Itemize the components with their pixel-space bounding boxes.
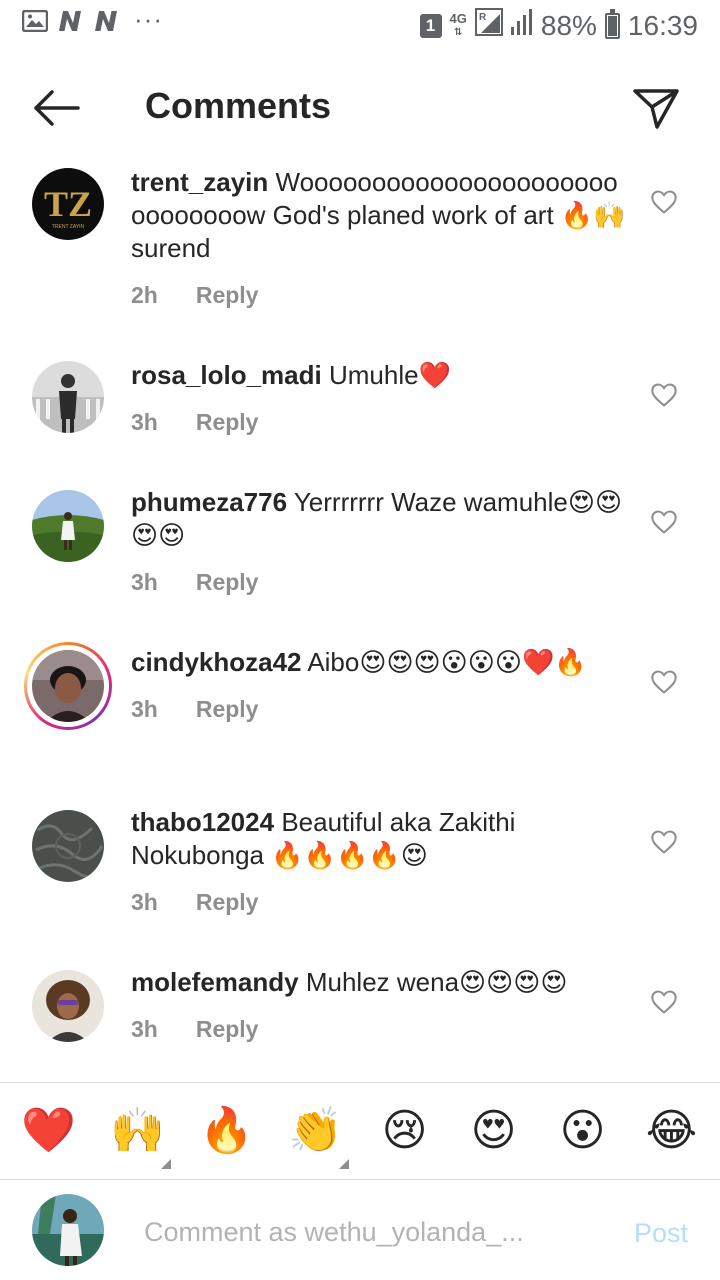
more-dots-icon: ···	[134, 4, 163, 34]
emoji-fire-button[interactable]: 🔥	[192, 1109, 262, 1153]
like-heart-icon[interactable]	[650, 508, 678, 536]
emoji-heart-button[interactable]: ❤️	[14, 1109, 84, 1153]
avatar[interactable]	[32, 490, 104, 562]
comment-text-line: phumeza776 Yerrrrrrr Waze wamuhle😍😍😍😍	[131, 486, 631, 552]
comment-meta: 3h Reply	[131, 566, 631, 599]
comment-meta: 3h Reply	[131, 886, 631, 919]
network-label: 4G	[449, 10, 467, 26]
comment-meta: 3h Reply	[131, 693, 631, 726]
comment-username[interactable]: trent_zayin	[131, 167, 268, 197]
emoji-heart-eyes-button[interactable]: 😍	[459, 1109, 529, 1153]
emoji-laughing-button[interactable]: 😂	[637, 1109, 707, 1153]
comment-input[interactable]	[144, 1210, 564, 1254]
like-heart-icon[interactable]	[650, 188, 678, 216]
network-type: 4G ⇅	[449, 10, 467, 38]
comments-header: Comments	[0, 60, 720, 150]
status-bar-left: ···	[21, 4, 163, 37]
comment-text-line: molefemandy Muhlez wena😍😍😍😍	[131, 966, 631, 999]
comment-time: 3h	[131, 409, 158, 435]
page-title: Comments	[145, 85, 332, 126]
status-bar-right: 1 4G ⇅ R 88% 16:39	[419, 8, 698, 43]
reply-button[interactable]: Reply	[196, 566, 259, 599]
like-heart-icon[interactable]	[650, 828, 678, 856]
n-icon	[92, 10, 120, 37]
skin-tone-indicator-icon	[160, 1159, 171, 1169]
battery-percent: 88%	[540, 9, 597, 41]
avatar[interactable]	[32, 970, 104, 1042]
share-button[interactable]	[628, 80, 684, 136]
reply-button[interactable]: Reply	[196, 1013, 259, 1046]
image-icon	[21, 9, 49, 37]
emoji-crying-button[interactable]: 😢	[370, 1109, 440, 1153]
skin-tone-indicator-icon	[338, 1159, 349, 1169]
direct-send-icon	[633, 89, 679, 129]
emoji-clap-button[interactable]: 👏	[281, 1106, 351, 1169]
emoji-quick-bar: ❤️ 🙌 🔥 👏 😢 😍 😮 😂	[0, 1082, 720, 1180]
emoji-raised-hands-button[interactable]: 🙌	[103, 1106, 173, 1169]
emoji-glyph: 👏	[288, 1106, 343, 1155]
comment-username[interactable]: cindykhoza42	[131, 647, 302, 677]
comment-text: Muhlez wena😍😍😍😍	[305, 967, 568, 997]
battery-icon	[604, 8, 620, 39]
comment-text-line: cindykhoza42 Aibo😍😍😍😮😮😮❤️🔥	[131, 646, 631, 679]
reply-button[interactable]: Reply	[196, 279, 259, 312]
comment-username[interactable]: rosa_lolo_madi	[131, 360, 322, 390]
comment-body: molefemandy Muhlez wena😍😍😍😍 3h Reply	[131, 966, 631, 1046]
back-arrow-icon	[34, 90, 80, 126]
comment-text: Aibo😍😍😍😮😮😮❤️🔥	[307, 647, 587, 677]
reply-button[interactable]: Reply	[196, 886, 259, 919]
comment-meta: 2h Reply	[131, 279, 631, 312]
back-button[interactable]	[28, 80, 84, 136]
comment-text-line: thabo12024 Beautiful aka Zakithi Nokubon…	[131, 806, 631, 872]
comment-composer: Post	[0, 1182, 720, 1280]
comments-list[interactable]: TZ TRENT ZAYIN trent_zayin Wooooooooooooo…	[0, 150, 720, 1080]
comment-body: phumeza776 Yerrrrrrr Waze wamuhle😍😍😍😍 3h…	[131, 486, 631, 599]
post-button[interactable]: Post	[634, 1218, 688, 1249]
comment-username[interactable]: molefemandy	[131, 967, 299, 997]
reply-button[interactable]: Reply	[196, 693, 259, 726]
story-ring[interactable]	[24, 642, 112, 730]
like-heart-icon[interactable]	[650, 668, 678, 696]
svg-text:TZ: TZ	[44, 184, 92, 224]
clock: 16:39	[627, 9, 698, 41]
n-icon	[56, 10, 84, 37]
comment-time: 2h	[131, 282, 158, 308]
comment-text-line: rosa_lolo_madi Umuhle❤️	[131, 359, 631, 392]
like-heart-icon[interactable]	[650, 988, 678, 1016]
comment-time: 3h	[131, 889, 158, 915]
battery-fill	[607, 16, 617, 36]
avatar[interactable]	[32, 810, 104, 882]
emoji-glyph: 🙌	[110, 1106, 165, 1155]
comment-meta: 3h Reply	[131, 406, 631, 439]
roaming-signal-icon: R	[474, 8, 503, 43]
comment-body: trent_zayin Wooooooooooooooooooooooooooo…	[131, 166, 631, 312]
emoji-surprised-button[interactable]: 😮	[548, 1109, 618, 1153]
comment-body: thabo12024 Beautiful aka Zakithi Nokubon…	[131, 806, 631, 919]
comment-body: cindykhoza42 Aibo😍😍😍😮😮😮❤️🔥 3h Reply	[131, 646, 631, 726]
avatar[interactable]	[32, 361, 104, 433]
story-ring-inner	[27, 645, 109, 727]
comment-time: 3h	[131, 1016, 158, 1042]
comment-text-line: trent_zayin Wooooooooooooooooooooooooooo…	[131, 166, 631, 265]
signal-strength-icon	[510, 9, 533, 42]
avatar	[32, 650, 104, 722]
comment-meta: 3h Reply	[131, 1013, 631, 1046]
reply-button[interactable]: Reply	[196, 406, 259, 439]
comment-text: Umuhle❤️	[328, 360, 451, 390]
comment-username[interactable]: phumeza776	[131, 487, 287, 517]
like-heart-icon[interactable]	[650, 381, 678, 409]
comment-time: 3h	[131, 696, 158, 722]
comment-body: rosa_lolo_madi Umuhle❤️ 3h Reply	[131, 359, 631, 439]
avatar[interactable]: TZ TRENT ZAYIN	[32, 168, 104, 240]
svg-text:R: R	[479, 12, 487, 23]
status-bar: ··· 1 4G ⇅ R 88% 16:39	[0, 0, 720, 50]
self-avatar	[32, 1194, 104, 1266]
comment-username[interactable]: thabo12024	[131, 807, 274, 837]
sim-slot-badge: 1	[419, 13, 442, 38]
comment-time: 3h	[131, 569, 158, 595]
svg-text:TRENT ZAYIN: TRENT ZAYIN	[52, 224, 85, 230]
